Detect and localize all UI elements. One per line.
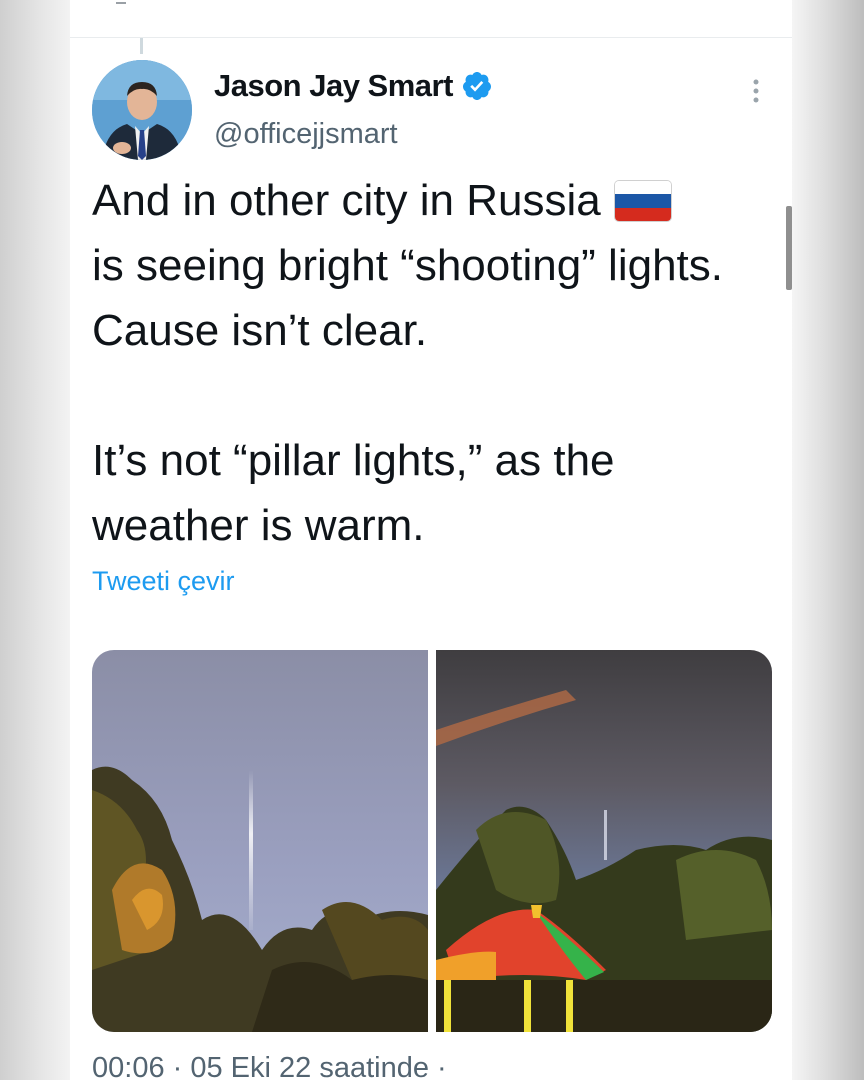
tweet-photo-1[interactable] <box>92 650 428 1032</box>
divider <box>70 37 792 38</box>
avatar[interactable] <box>92 60 192 160</box>
tweet-media[interactable] <box>92 650 772 1032</box>
reply-icon[interactable] <box>116 0 126 4</box>
russia-flag-icon <box>614 181 671 221</box>
tweet-paragraph-2: It’s not “pillar lights,” as the weather… <box>92 436 615 550</box>
author-name[interactable]: Jason Jay Smart <box>214 68 493 104</box>
author-name-text: Jason Jay Smart <box>214 68 453 103</box>
tweet-text-start: And in other city in Russia <box>92 176 601 225</box>
author-handle[interactable]: @officejjsmart <box>214 118 398 151</box>
avatar-image <box>92 60 192 160</box>
photo-sky-light-pillar <box>92 650 428 1032</box>
tweet-card: Jason Jay Smart @officejjsmart And in ot… <box>70 0 792 1080</box>
thread-connector-line <box>140 38 143 54</box>
verified-badge-icon <box>462 72 491 100</box>
tweet-text-rest: is seeing bright “shooting” lights. Caus… <box>92 241 723 355</box>
backdrop-right <box>792 0 864 1080</box>
backdrop-left <box>0 0 70 1080</box>
more-vertical-icon[interactable] <box>750 78 762 104</box>
photo-sky-gazebo <box>436 650 772 1032</box>
tweet-paragraph-1: And in other city in Russia is seeing bri… <box>92 168 772 363</box>
scrollbar[interactable] <box>786 206 792 290</box>
tweet-photo-2[interactable] <box>436 650 772 1032</box>
translate-tweet-link[interactable]: Tweeti çevir <box>92 566 235 597</box>
tweet-timestamp[interactable]: 00:06 · 05 Eki 22 saatinde · <box>92 1052 447 1080</box>
tweet-text: And in other city in Russia is seeing bri… <box>92 168 772 558</box>
